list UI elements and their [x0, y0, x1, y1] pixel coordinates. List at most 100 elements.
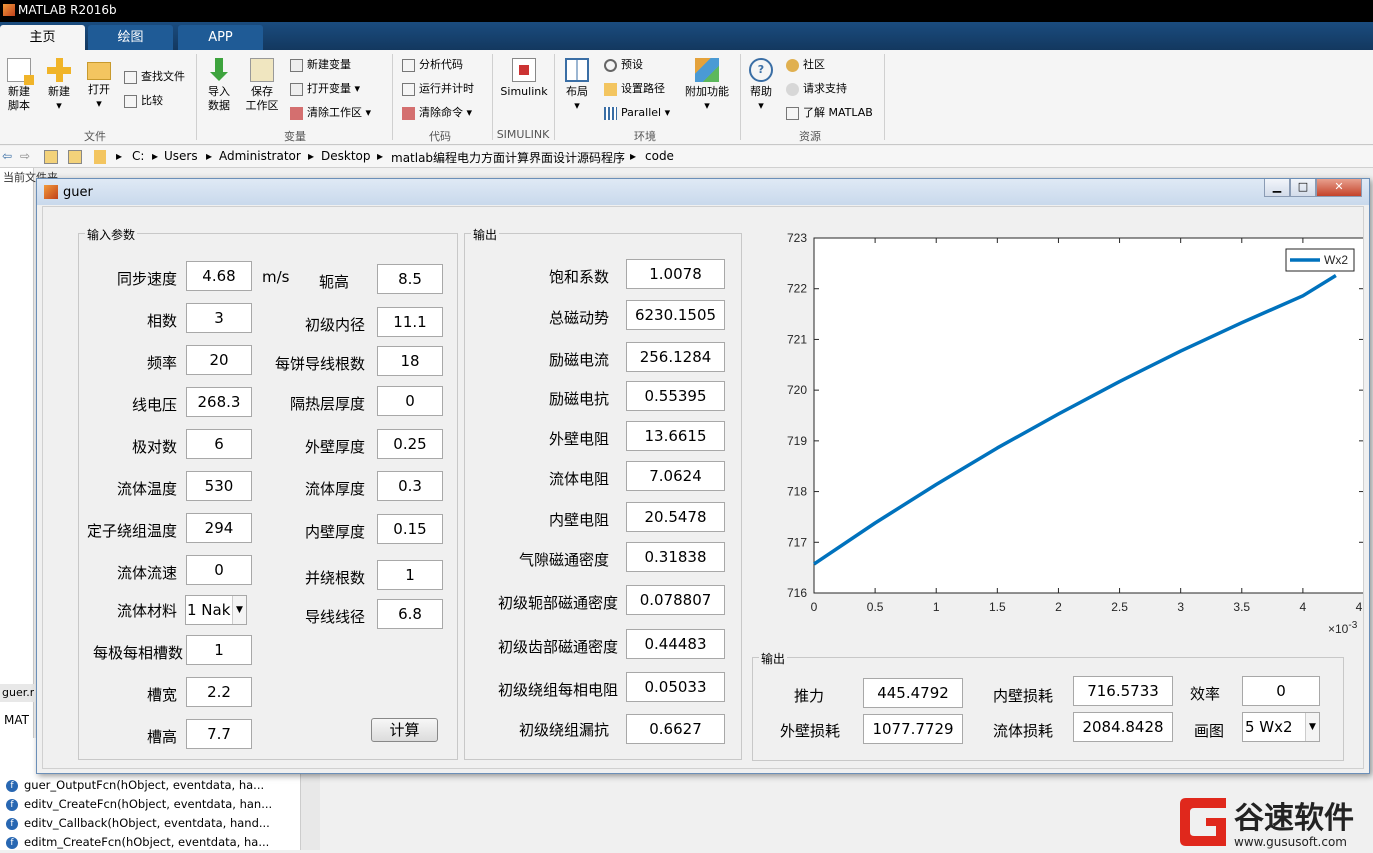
fluid-velocity-field[interactable]: 0 [186, 555, 252, 585]
efficiency-field[interactable]: 0 [1242, 676, 1320, 706]
frequency-field[interactable]: 20 [186, 345, 252, 375]
output-label: 总磁动势 [548, 309, 609, 327]
x-tick-label: 1 [933, 600, 940, 614]
outer-loss-field[interactable]: 1077.7729 [863, 714, 963, 744]
new-script-button[interactable]: 新建 脚本 [4, 58, 34, 113]
insulation-thickness-field[interactable]: 0 [377, 386, 443, 416]
excitation-current-field[interactable]: 256.1284 [626, 342, 725, 372]
list-item[interactable]: f editm_CreateFcn(hObject, eventdata, ha.… [6, 835, 269, 849]
phase-count-field[interactable]: 3 [186, 303, 252, 333]
help-button[interactable]: ? 帮助 ▾ [746, 58, 776, 113]
save-workspace-button[interactable]: 保存 工作区 [242, 58, 282, 113]
open-button[interactable]: 打开 ▾ [84, 58, 114, 111]
figure-title: guer [63, 185, 93, 200]
breadcrumb-administrator[interactable]: Administrator [219, 149, 301, 163]
parallel-strands-field[interactable]: 1 [377, 560, 443, 590]
divider [554, 54, 555, 140]
plot-select-dropdown[interactable]: 5 Wx2 ▼ [1242, 712, 1320, 742]
fluid-resistance-field[interactable]: 7.0624 [626, 461, 725, 491]
parallel-button[interactable]: Parallel ▾ [604, 106, 670, 120]
breadcrumb-desktop[interactable]: Desktop [321, 149, 371, 163]
close-button[interactable]: ✕ [1316, 179, 1362, 197]
community-button[interactable]: 社区 [786, 58, 825, 72]
wires-per-cake-field[interactable]: 18 [377, 346, 443, 376]
fluid-temp-field[interactable]: 530 [186, 471, 252, 501]
line-voltage-field[interactable]: 268.3 [186, 387, 252, 417]
primary-leakage-reactance-field[interactable]: 0.6627 [626, 714, 725, 744]
clear-workspace-button[interactable]: 清除工作区 ▾ [290, 106, 371, 120]
total-mmf-field[interactable]: 6230.1505 [626, 300, 725, 330]
breadcrumb-code[interactable]: code [645, 149, 674, 163]
wire-diameter-field[interactable]: 6.8 [377, 599, 443, 629]
stator-winding-temp-field[interactable]: 294 [186, 513, 252, 543]
divider [492, 54, 493, 140]
browse-folder-icon[interactable] [68, 150, 82, 164]
legend-label: Wx2 [1324, 253, 1348, 267]
preferences-button[interactable]: 预设 [604, 58, 643, 72]
layout-button[interactable]: 布局 ▾ [562, 58, 592, 113]
run-and-time-button[interactable]: 运行并计时 [402, 82, 474, 96]
outer-wall-resistance-field[interactable]: 13.6615 [626, 421, 725, 451]
tab-home[interactable]: 主页 [0, 25, 85, 50]
section-simulink: SIMULINK [496, 128, 550, 141]
set-path-button[interactable]: 设置路径 [604, 82, 665, 96]
saturation-factor-field[interactable]: 1.0078 [626, 259, 725, 289]
compare-button[interactable]: 比较 [124, 94, 163, 108]
forward-icon[interactable]: ⇨ [20, 149, 30, 163]
fluid-loss-field[interactable]: 2084.8428 [1073, 712, 1173, 742]
tab-plots[interactable]: 绘图 [88, 25, 173, 50]
pole-pairs-field[interactable]: 6 [186, 429, 252, 459]
clear-commands-button[interactable]: 清除命令 ▾ [402, 106, 472, 120]
slot-width-field[interactable]: 2.2 [186, 677, 252, 707]
breadcrumb-drive[interactable]: C: [132, 149, 144, 163]
axes-plot[interactable]: 0 0.5 1 1.5 2 2.5 3 3.5 4 4.5 716 717 718 719 720 721 72… [759, 216, 1373, 636]
minimize-button[interactable]: ▁ [1264, 179, 1290, 197]
breadcrumb-users[interactable]: Users [164, 149, 198, 163]
calculate-button[interactable]: 计算 [371, 718, 438, 742]
thrust-field[interactable]: 445.4792 [863, 678, 963, 708]
learn-matlab-button[interactable]: 了解 MATLAB [786, 106, 873, 120]
import-data-button[interactable]: 导入 数据 [204, 58, 234, 113]
request-support-button[interactable]: 请求支持 [786, 82, 847, 96]
x-tick-label: 2 [1055, 600, 1062, 614]
primary-yoke-flux-density-field[interactable]: 0.078807 [626, 585, 725, 615]
y-tick-label: 720 [787, 383, 807, 397]
matlab-logo-icon [44, 185, 58, 199]
simulink-button[interactable]: Simulink [500, 58, 548, 99]
function-name: editv_CreateFcn(hObject, eventdata, han.… [24, 797, 273, 811]
inner-wall-thickness-field[interactable]: 0.15 [377, 514, 443, 544]
back-icon[interactable]: ⇦ [2, 149, 12, 163]
airgap-flux-density-field[interactable]: 0.31838 [626, 542, 725, 572]
up-folder-icon[interactable] [44, 150, 58, 164]
primary-teeth-flux-density-field[interactable]: 0.44483 [626, 629, 725, 659]
new-button[interactable]: 新建 ▾ [44, 58, 74, 113]
slot-height-field[interactable]: 7.7 [186, 719, 252, 749]
editor-file-tab[interactable]: guer.m [0, 684, 34, 702]
new-variable-button[interactable]: 新建变量 [290, 58, 351, 72]
inner-loss-field[interactable]: 716.5733 [1073, 676, 1173, 706]
fluid-thickness-field[interactable]: 0.3 [377, 471, 443, 501]
list-item[interactable]: f guer_OutputFcn(hObject, eventdata, ha..… [6, 778, 264, 792]
splitter[interactable] [300, 774, 320, 850]
figure-title-bar[interactable]: guer ▁ □ ✕ [37, 179, 1369, 205]
breadcrumb-project[interactable]: matlab编程电力方面计算界面设计源码程序 [391, 149, 625, 166]
community-label: 社区 [803, 58, 825, 71]
add-ons-button[interactable]: 附加功能 ▾ [684, 58, 730, 113]
find-files-button[interactable]: 查找文件 [124, 70, 185, 84]
tab-apps[interactable]: APP [178, 25, 263, 50]
open-variable-button[interactable]: 打开变量 ▾ [290, 82, 360, 96]
analyze-code-button[interactable]: 分析代码 [402, 58, 463, 72]
inner-wall-resistance-field[interactable]: 20.5478 [626, 502, 725, 532]
slots-per-pole-field[interactable]: 1 [186, 635, 252, 665]
list-item[interactable]: f editv_Callback(hObject, eventdata, hand… [6, 816, 270, 830]
yoke-height-field[interactable]: 8.5 [377, 264, 443, 294]
excitation-reactance-field[interactable]: 0.55395 [626, 381, 725, 411]
list-item[interactable]: f editv_CreateFcn(hObject, eventdata, han… [6, 797, 272, 811]
outer-wall-thickness-field[interactable]: 0.25 [377, 429, 443, 459]
outer-loss-label: 外壁损耗 [780, 722, 841, 740]
fluid-material-dropdown[interactable]: 1 Nak ▼ [185, 595, 247, 625]
primary-phase-resistance-field[interactable]: 0.05033 [626, 672, 725, 702]
maximize-button[interactable]: □ [1290, 179, 1316, 197]
primary-inner-diameter-field[interactable]: 11.1 [377, 307, 443, 337]
sync-speed-field[interactable]: 4.68 [186, 261, 252, 291]
